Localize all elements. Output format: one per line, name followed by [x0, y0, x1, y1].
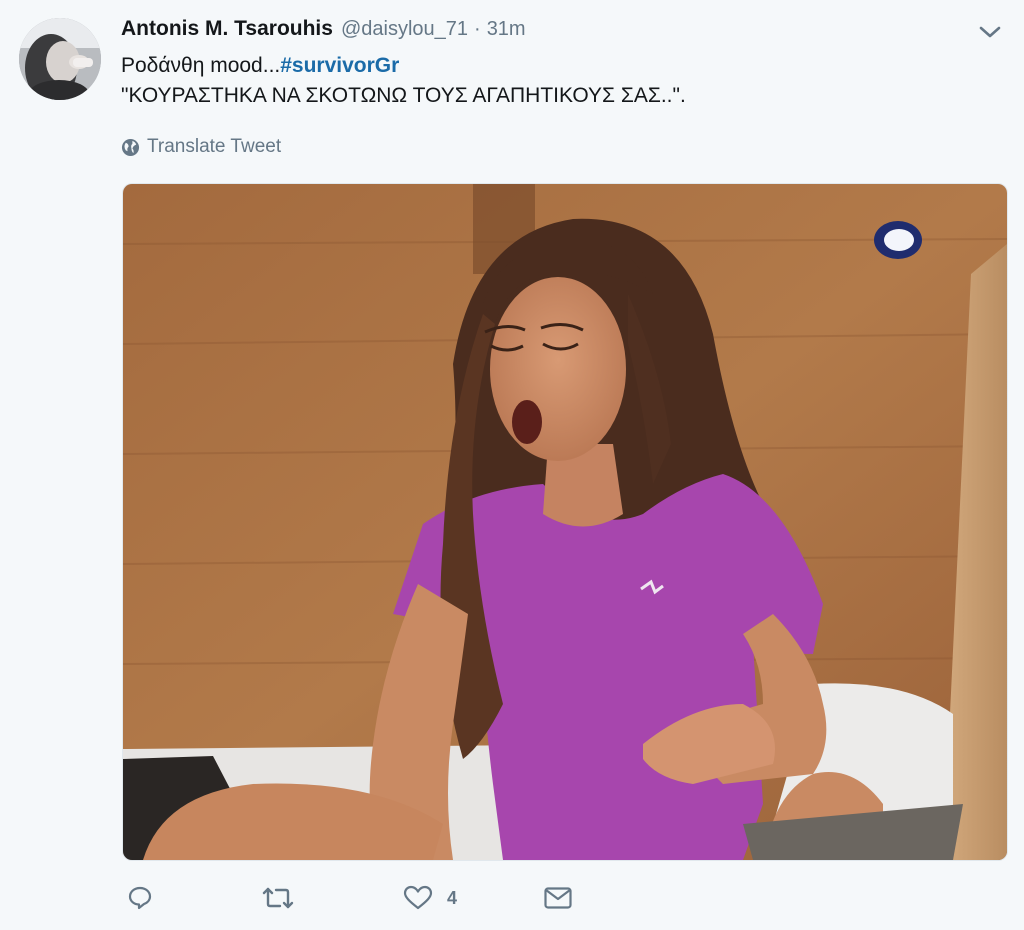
timestamp[interactable]: 31m	[487, 18, 526, 41]
user-handle[interactable]: @daisylou_71	[341, 18, 468, 41]
reply-icon	[128, 886, 152, 910]
reply-button[interactable]	[127, 880, 167, 916]
tweet-media-photo[interactable]	[122, 183, 1008, 861]
translate-tweet-button[interactable]: Translate Tweet	[121, 136, 281, 158]
avatar[interactable]	[19, 18, 101, 100]
separator-dot: ·	[474, 18, 481, 40]
envelope-icon	[544, 887, 572, 909]
avatar-image	[19, 18, 101, 100]
photo-illustration	[123, 184, 1007, 860]
tweet-text-line-1: Ροδάνθη mood...#survivorGr	[121, 51, 981, 81]
heart-icon	[403, 885, 433, 910]
tweet-text-line-2: "ΚΟΥΡΑΣΤΗΚΑ ΝΑ ΣΚΟΤΩΝΩ ΤΟΥΣ ΑΓΑΠΗΤΙΚΟΥΣ …	[121, 84, 686, 107]
hashtag-link[interactable]: #survivorGr	[280, 54, 399, 77]
like-count: 4	[447, 887, 458, 908]
globe-icon	[121, 138, 140, 156]
tweet-action-bar: 4	[121, 880, 641, 916]
like-button[interactable]: 4	[403, 880, 457, 916]
display-name[interactable]: Antonis M. Tsarouhis	[121, 17, 333, 41]
tweet-text: Ροδάνθη mood...#survivorGr "ΚΟΥΡΑΣΤΗΚΑ Ν…	[121, 51, 981, 111]
translate-label: Translate Tweet	[147, 136, 282, 157]
direct-message-button[interactable]	[543, 880, 587, 916]
tweet-header: Antonis M. Tsarouhis @daisylou_71 · 31m	[121, 17, 526, 45]
retweet-button[interactable]	[261, 880, 309, 916]
tweet: Antonis M. Tsarouhis @daisylou_71 · 31m …	[0, 0, 1024, 930]
retweet-icon	[262, 887, 294, 909]
tweet-text-intro: Ροδάνθη mood...	[121, 54, 281, 77]
chevron-down-icon[interactable]	[978, 22, 1002, 42]
